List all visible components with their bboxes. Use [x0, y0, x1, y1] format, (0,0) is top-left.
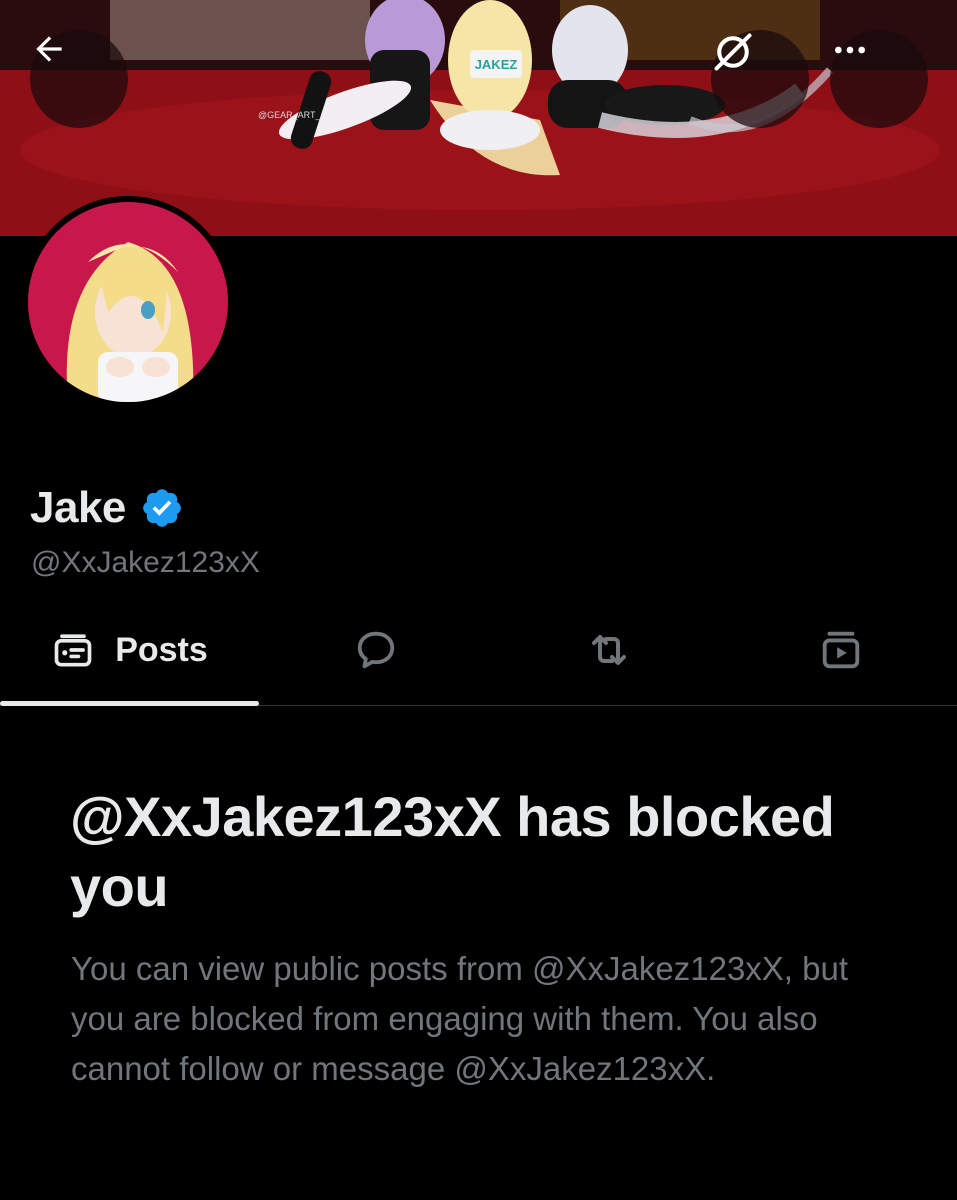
profile-tabs: Posts — [0, 595, 957, 706]
tab-reposts[interactable] — [492, 595, 725, 705]
profile-name-row: Jake — [30, 478, 184, 538]
grok-icon — [714, 33, 752, 71]
tab-media[interactable] — [725, 595, 957, 705]
back-button[interactable] — [30, 30, 128, 128]
display-name: Jake — [30, 483, 126, 532]
tab-posts-label: Posts — [115, 630, 208, 669]
banner-sign-text: JAKEZ — [475, 57, 518, 72]
blocked-title: @XxJakez123xX has blocked you — [70, 785, 835, 918]
banner-watermark: @GEAR_ART_ — [258, 110, 321, 120]
more-options-button[interactable] — [830, 30, 928, 128]
posts-icon — [54, 634, 92, 667]
more-horizontal-icon — [835, 46, 865, 54]
media-icon — [822, 631, 860, 669]
profile-handle: @XxJakez123xX — [31, 546, 260, 579]
blocked-description: You can view public posts from @XxJakez1… — [71, 950, 849, 1087]
grok-button[interactable] — [711, 30, 809, 128]
repost-icon — [591, 635, 626, 665]
replies-icon — [357, 631, 394, 669]
verified-badge-icon[interactable] — [140, 486, 184, 530]
arrow-left-icon — [36, 36, 62, 62]
avatar-image — [28, 202, 228, 402]
avatar[interactable] — [22, 196, 234, 408]
tab-active-indicator — [0, 701, 259, 706]
tab-replies[interactable] — [259, 595, 492, 705]
tab-posts[interactable]: Posts — [0, 595, 259, 706]
